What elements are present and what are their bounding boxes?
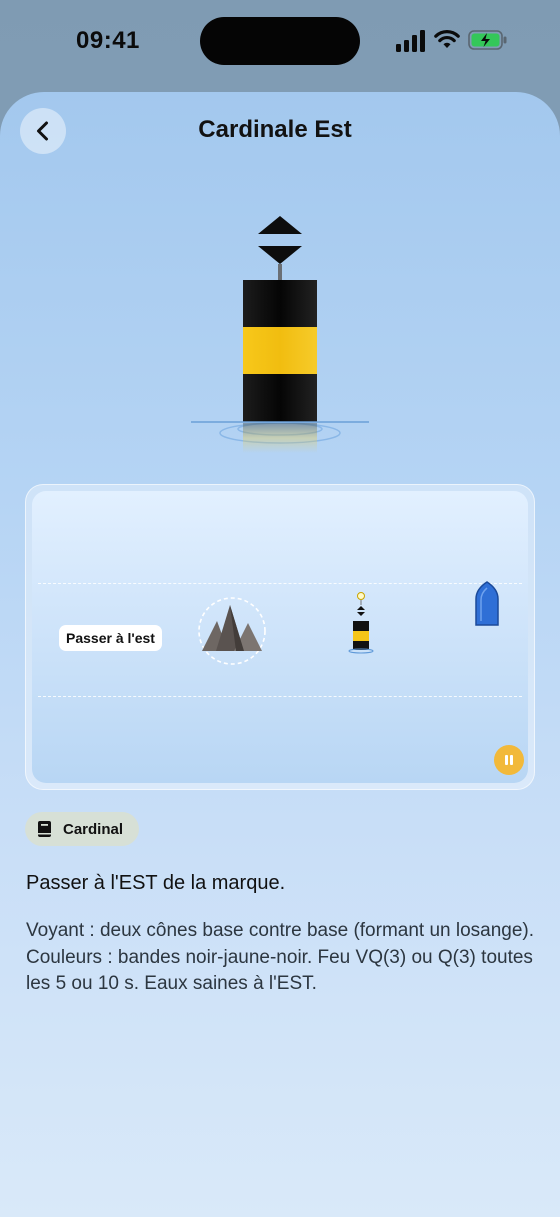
mini-buoy-icon: [348, 592, 374, 654]
cellular-signal-icon: [396, 30, 425, 52]
rocks-hazard-icon: [198, 597, 266, 665]
rule-heading: Passer à l'EST de la marque.: [26, 872, 286, 894]
category-badge: Cardinal: [25, 812, 140, 846]
pass-direction-label: Passer à l'est: [59, 625, 162, 651]
pause-icon: [505, 755, 513, 765]
cardinal-east-buoy-illustration: [191, 216, 369, 453]
wifi-icon: [434, 30, 460, 48]
dynamic-island: [200, 17, 360, 65]
battery-charging-icon: [468, 30, 507, 50]
book-icon: [38, 821, 51, 837]
passage-scene: Passer à l'est: [32, 491, 528, 783]
rule-description: Voyant : deux cônes base contre base (fo…: [26, 920, 535, 994]
boat-icon: [475, 581, 499, 626]
channel-boundary-line: [38, 583, 522, 584]
page-title: Cardinale Est: [198, 116, 352, 143]
pause-button[interactable]: [494, 745, 524, 775]
status-time: 09:41: [76, 27, 140, 54]
channel-boundary-line: [38, 696, 522, 697]
badge-label: Cardinal: [63, 820, 124, 838]
detail-sheet: Cardinale Est Passer à l'est Cardinal Pa…: [0, 92, 560, 1217]
status-bar: 09:41: [0, 0, 560, 90]
passage-animation-card: Passer à l'est: [25, 484, 535, 790]
